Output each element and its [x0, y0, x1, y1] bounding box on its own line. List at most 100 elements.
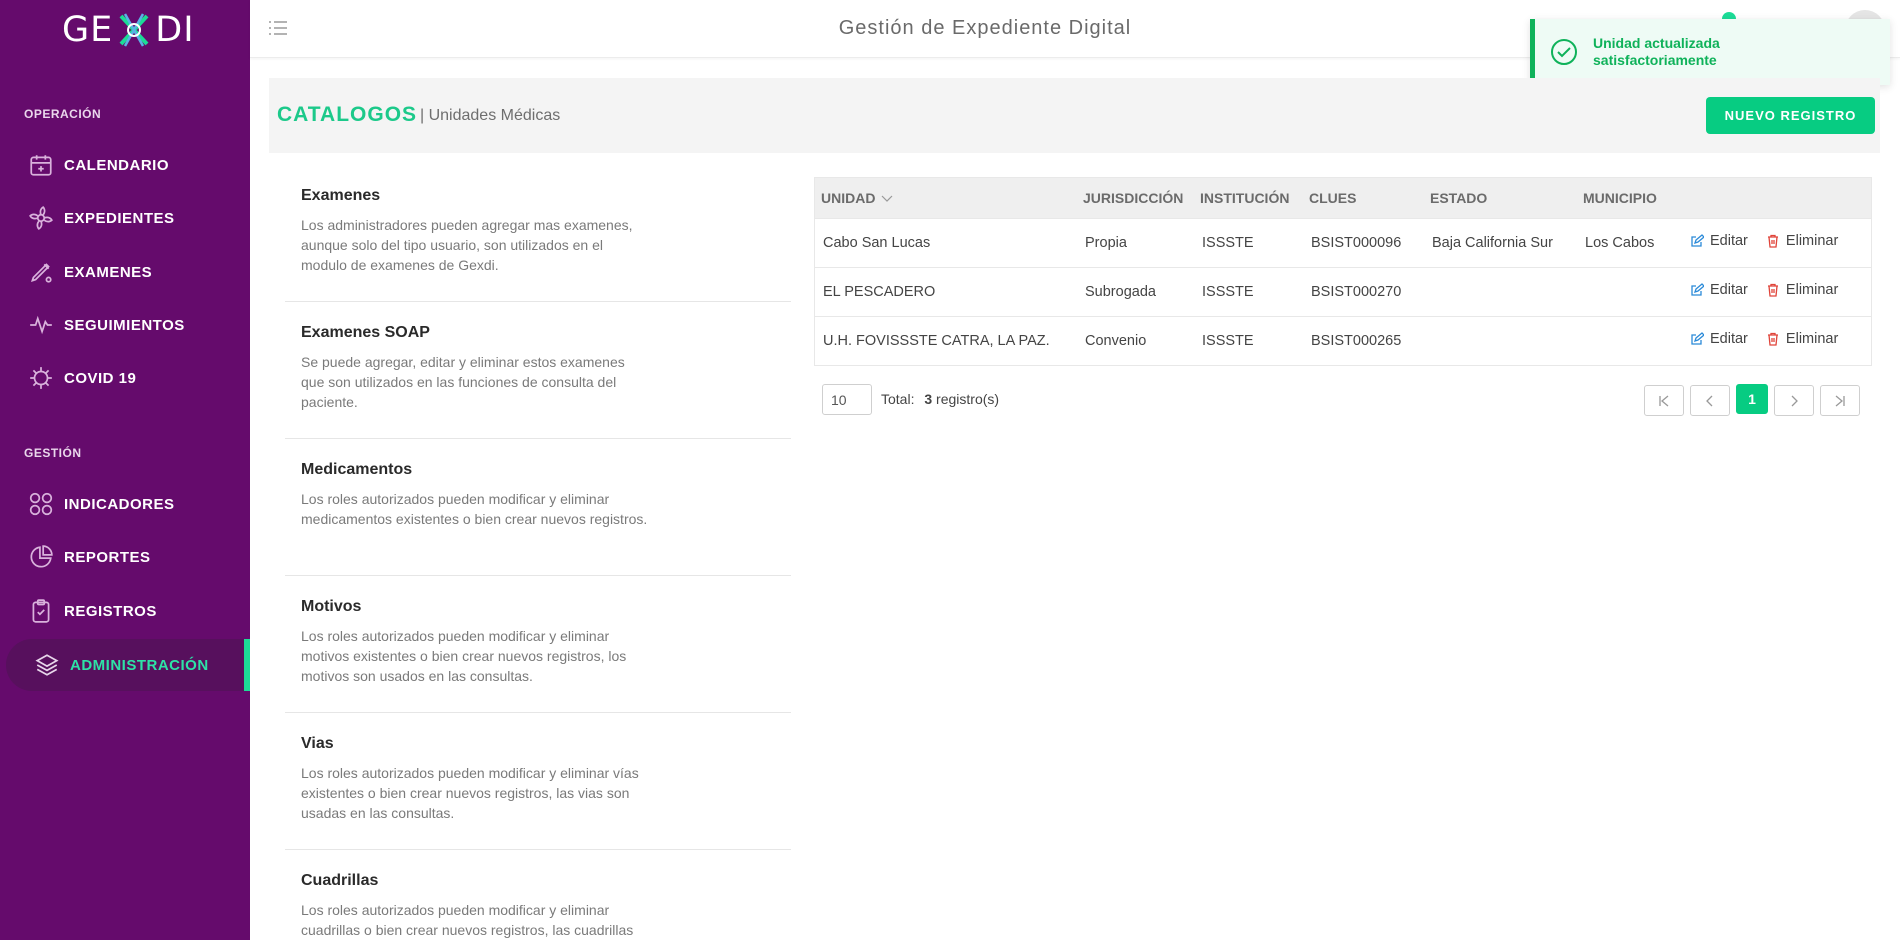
edit-button[interactable]: Editar [1690, 331, 1748, 347]
cell-unidad: Cabo San Lucas [823, 234, 931, 251]
sidebar-item-seguimientos[interactable]: SEGUIMIENTOS [8, 299, 248, 351]
catalog-item-examenes-soap[interactable]: Examenes SOAP Se puede agregar, editar y… [285, 302, 791, 439]
column-header-unidad[interactable]: UNIDAD [815, 178, 1077, 218]
delete-button[interactable]: Eliminar [1766, 233, 1838, 249]
sidebar-item-label: SEGUIMIENTOS [64, 316, 185, 334]
edit-icon [1691, 283, 1704, 296]
layers-icon [34, 652, 60, 678]
page-size-input[interactable] [822, 384, 872, 415]
sidebar-item-reportes[interactable]: REPORTES [8, 531, 248, 583]
new-record-button[interactable]: NUEVO REGISTRO [1706, 97, 1875, 134]
chevron-right-icon [1791, 395, 1798, 406]
catalog-item-motivos[interactable]: Motivos Los roles autorizados pueden mod… [285, 576, 791, 713]
delete-label: Eliminar [1785, 282, 1839, 298]
page-button-current[interactable]: 1 [1736, 384, 1768, 414]
first-page-button[interactable] [1644, 385, 1684, 416]
column-header-estado[interactable]: ESTADO [1424, 178, 1577, 218]
cell-municipio: Los Cabos [1585, 234, 1655, 251]
cell-institucion: ISSSTE [1202, 234, 1254, 251]
sidebar-item-label: EXPEDIENTES [64, 209, 175, 227]
cell-actions: Editar Eliminar [1682, 218, 1871, 267]
logo-mark-icon [113, 10, 155, 50]
sidebar-item-label: REGISTROS [64, 602, 157, 620]
flower-icon [28, 205, 54, 231]
last-page-button[interactable] [1820, 385, 1860, 416]
cell-institucion: ISSSTE [1202, 332, 1254, 349]
trash-icon [1767, 234, 1778, 248]
catalog-item-examenes[interactable]: Examenes Los administradores pueden agre… [285, 165, 791, 302]
cell-clues: BSIST000265 [1311, 332, 1402, 349]
sidebar-item-examenes[interactable]: EXAMENES [8, 246, 248, 298]
catalog-item-name: Medicamentos [301, 461, 413, 478]
virus-icon [28, 365, 54, 391]
active-indicator [244, 639, 250, 691]
cell-unidad: U.H. FOVISSSTE CATRA, LA PAZ. [823, 332, 1050, 349]
sidebar-item-indicadores[interactable]: INDICADORES [8, 478, 248, 530]
cell-jurisdiccion: Propia [1085, 234, 1127, 251]
trash-icon [1767, 333, 1778, 346]
cell-actions: Editar Eliminar [1682, 267, 1871, 316]
total-label: Total: [881, 391, 915, 407]
cell-estado [1424, 267, 1577, 316]
grid-icon [28, 491, 54, 517]
sidebar-item-covid[interactable]: COVID 19 [8, 352, 248, 404]
edit-icon [1691, 332, 1704, 345]
check-circle-icon [1549, 37, 1579, 67]
column-header-jurisdiccion[interactable]: JURISDICCIÓN [1077, 178, 1194, 218]
column-header-institucion[interactable]: INSTITUCIÓN [1194, 178, 1303, 218]
column-header-actions [1682, 178, 1871, 218]
cell-estado: Baja California Sur [1432, 234, 1553, 251]
catalog-item-name: Vias [301, 735, 334, 752]
cell-actions: Editar Eliminar [1682, 316, 1871, 365]
catalog-item-name: Cuadrillas [301, 872, 379, 889]
total-suffix: registro(s) [936, 391, 1000, 407]
sidebar-item-administracion[interactable]: ADMINISTRACIÓN [6, 639, 250, 691]
delete-label: Eliminar [1785, 331, 1839, 348]
calendar-icon [28, 152, 54, 178]
total-records: Total: 3 registro(s) [881, 391, 999, 407]
column-header-clues[interactable]: CLUES [1303, 178, 1424, 218]
units-table: UNIDAD JURISDICCIÓN INSTITUCIÓN CLUES ES… [814, 177, 1872, 366]
table-header-row: UNIDAD JURISDICCIÓN INSTITUCIÓN CLUES ES… [815, 178, 1871, 218]
page-title: CATALOGOS [277, 103, 418, 126]
catalog-item-medicamentos[interactable]: Medicamentos Los roles autorizados puede… [285, 439, 791, 576]
catalog-item-desc: Los roles autorizados pueden modificar y… [301, 628, 627, 684]
cell-clues: BSIST000270 [1311, 283, 1402, 300]
next-page-button[interactable] [1774, 385, 1814, 416]
pen-icon [28, 259, 54, 285]
cell-institucion: ISSSTE [1202, 283, 1254, 300]
delete-label: Eliminar [1785, 233, 1839, 249]
pie-chart-icon [28, 544, 54, 570]
sidebar-item-expedientes[interactable]: EXPEDIENTES [8, 192, 248, 244]
column-header-municipio[interactable]: MUNICIPIO [1577, 178, 1682, 218]
activity-icon [28, 312, 54, 338]
cell-municipio [1577, 316, 1682, 365]
cell-unidad: EL PESCADERO [823, 283, 936, 300]
catalog-item-desc: Los roles autorizados pueden modificar y… [301, 765, 639, 821]
catalog-item-vias[interactable]: Vias Los roles autorizados pueden modifi… [285, 713, 791, 850]
sidebar-item-label: EXAMENES [64, 263, 153, 281]
delete-button[interactable]: Eliminar [1766, 331, 1838, 347]
success-toast[interactable]: Unidad actualizada satisfactoriamente [1530, 19, 1890, 85]
catalog-item-cuadrillas[interactable]: Cuadrillas Los roles autorizados pueden … [285, 850, 791, 940]
first-page-icon [1659, 395, 1669, 406]
sidebar-item-registros[interactable]: REGISTROS [8, 585, 248, 637]
section-title-gestion: GESTIÓN [24, 446, 82, 460]
table-row: Cabo San Lucas Propia ISSSTE BSIST000096… [815, 218, 1871, 267]
chevron-down-icon[interactable] [881, 190, 893, 206]
sidebar-item-calendario[interactable]: CALENDARIO [8, 139, 248, 191]
logo[interactable]: GE DI [62, 10, 195, 50]
delete-button[interactable]: Eliminar [1766, 282, 1838, 298]
catalog-item-desc: Los roles autorizados pueden modificar y… [301, 902, 634, 938]
sidebar-item-label: CALENDARIO [64, 156, 169, 174]
prev-page-button[interactable] [1690, 385, 1730, 416]
edit-label: Editar [1710, 282, 1748, 298]
sidebar-item-label: REPORTES [64, 548, 151, 566]
edit-button[interactable]: Editar [1690, 233, 1748, 249]
catalog-item-desc: Se puede agregar, editar y eliminar esto… [301, 354, 625, 410]
sidebar: GE DI OPERACIÓN CALENDARIO EXPEDIENTES E… [0, 0, 250, 940]
column-label: UNIDAD [821, 189, 876, 206]
chevron-left-icon [1706, 395, 1713, 406]
edit-button[interactable]: Editar [1690, 282, 1748, 298]
sidebar-item-label: INDICADORES [64, 495, 175, 513]
